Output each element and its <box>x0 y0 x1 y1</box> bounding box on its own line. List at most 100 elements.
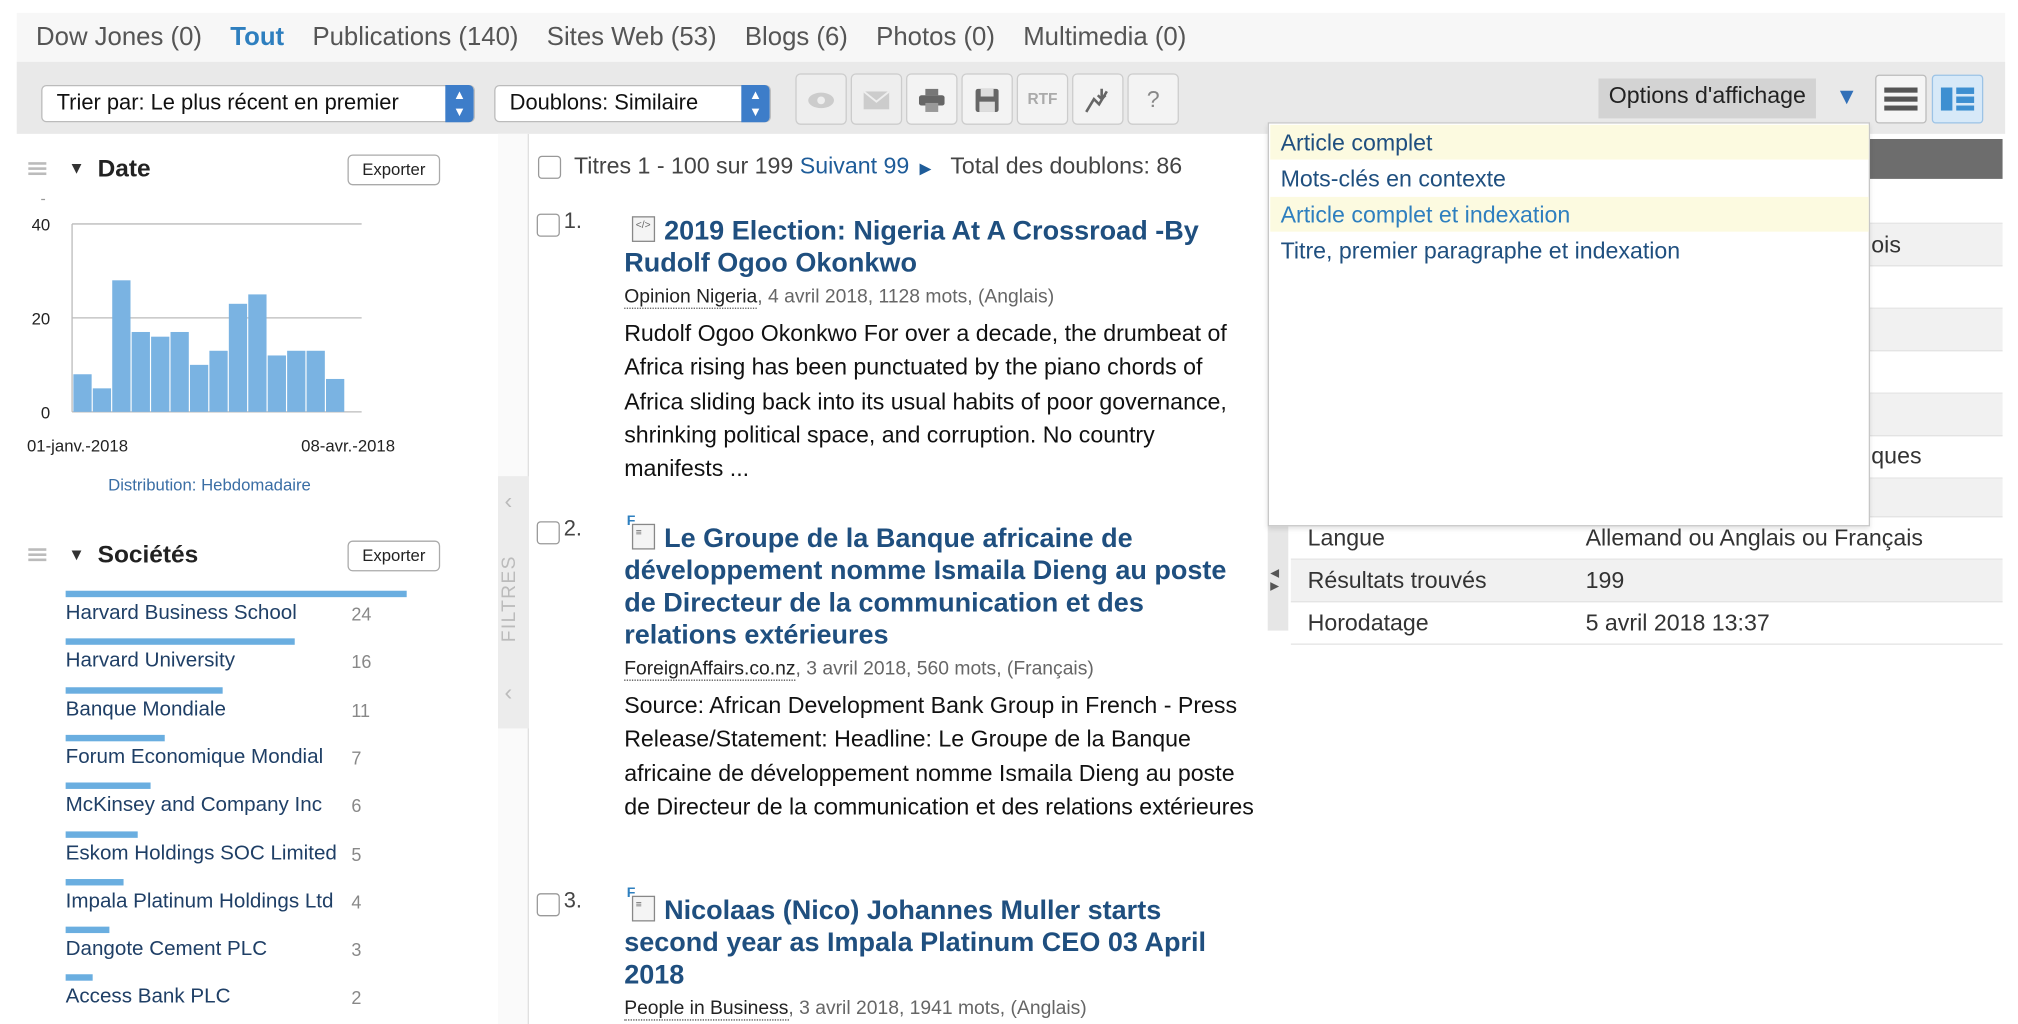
histogram-bar[interactable] <box>248 294 267 412</box>
histogram-bar[interactable] <box>287 350 306 412</box>
tab-tout[interactable]: Tout <box>230 23 284 53</box>
company-name[interactable]: Impala Platinum Holdings Ltd <box>66 890 347 913</box>
company-facet-item[interactable]: Eskom Holdings SOC Limited 5 <box>65 830 407 879</box>
histogram-bar[interactable] <box>189 364 209 412</box>
sort-select[interactable]: Trier par: Le plus récent en premier ▲ ▼ <box>41 84 475 123</box>
company-name[interactable]: Harvard Business School <box>66 602 347 625</box>
companies-export-label: Exporter <box>362 545 426 565</box>
histogram-bar[interactable] <box>209 350 228 412</box>
company-name[interactable]: Dangote Cement PLC <box>66 938 347 961</box>
date-facet-title[interactable]: ▼ Date <box>68 156 150 184</box>
date-export-button[interactable]: Exporter <box>347 154 441 186</box>
y-tick-label: 0 <box>41 403 50 422</box>
results-range: Titres 1 - 100 sur 199 <box>574 153 794 179</box>
split-view-icon[interactable] <box>1931 74 1984 124</box>
company-share-bar <box>65 974 93 982</box>
companies-facet-title[interactable]: ▼ Sociétés <box>68 542 198 570</box>
company-facet-item[interactable]: Access Bank PLC 2 <box>65 974 407 1023</box>
tab-dow-jones[interactable]: Dow Jones (0) <box>36 23 202 53</box>
company-facet-item[interactable]: Harvard University 16 <box>65 638 407 687</box>
company-name[interactable]: Access Bank PLC <box>66 986 347 1009</box>
histogram-bar[interactable] <box>151 336 170 412</box>
save-icon[interactable] <box>961 73 1013 125</box>
triangle-right-icon[interactable]: ▶ <box>1270 579 1279 593</box>
distribution-label[interactable]: Distribution: Hebdomadaire <box>108 475 311 494</box>
company-facet-item[interactable]: Harvard Business School 24 <box>65 590 407 639</box>
drag-handle-icon[interactable] <box>28 162 47 176</box>
print-icon[interactable] <box>906 73 958 125</box>
result-title[interactable]: 2019 Election: Nigeria At A Crossroad -B… <box>624 215 1261 279</box>
tab-photos[interactable]: Photos (0) <box>876 23 995 53</box>
summary-label: Horodatage <box>1307 610 1429 636</box>
result-checkbox[interactable] <box>536 521 560 545</box>
email-icon[interactable] <box>850 73 903 125</box>
tab-blogs[interactable]: Blogs (6) <box>745 23 848 53</box>
result-source[interactable]: Opinion Nigeria <box>624 285 757 309</box>
companies-export-button[interactable]: Exporter <box>347 540 441 572</box>
rtf-icon[interactable]: RTF <box>1016 73 1069 125</box>
histogram-bar[interactable] <box>228 303 248 412</box>
summary-label: Résultats trouvés <box>1307 567 1487 594</box>
company-count: 24 <box>351 603 372 625</box>
result-checkbox[interactable] <box>536 893 560 917</box>
result-source[interactable]: People in Business <box>624 997 788 1021</box>
histogram-bar[interactable] <box>131 331 150 412</box>
company-facet-item[interactable]: Impala Platinum Holdings Ltd 4 <box>65 878 407 927</box>
histogram-bar[interactable] <box>267 355 286 412</box>
menu-item-full-article[interactable]: Article complet <box>1270 124 1869 160</box>
company-facet-item[interactable]: McKinsey and Company Inc 6 <box>65 782 407 831</box>
company-name[interactable]: Eskom Holdings SOC Limited <box>66 842 347 865</box>
tab-multimedia[interactable]: Multimedia (0) <box>1023 23 1186 53</box>
company-name[interactable]: Harvard University <box>66 650 347 673</box>
y-tick-label: 40 <box>32 215 51 234</box>
next-page-link[interactable]: Suivant 99 <box>800 153 909 179</box>
result-source[interactable]: ForeignAffairs.co.nz <box>624 657 796 681</box>
company-facet-item[interactable]: Banque Mondiale 11 <box>65 686 407 735</box>
result-meta: ForeignAffairs.co.nz, 3 avril 2018, 560 … <box>624 657 1094 681</box>
result-checkbox[interactable] <box>536 213 560 237</box>
chevron-left-icon[interactable]: ‹ <box>505 680 513 707</box>
summary-row-timestamp: Horodatage 5 avril 2018 13:37 <box>1290 602 2003 645</box>
histogram-bar[interactable] <box>112 280 131 412</box>
select-all-checkbox[interactable] <box>537 155 562 179</box>
summary-value: 5 avril 2018 13:37 <box>1585 610 1770 636</box>
filter-label[interactable]: FILTRES <box>498 547 529 650</box>
company-facet-item[interactable]: Dangote Cement PLC 3 <box>65 926 407 975</box>
company-facet-item[interactable]: Forum Economique Mondial 7 <box>65 734 407 783</box>
result-title[interactable]: Nicolaas (Nico) Johannes Muller starts s… <box>624 894 1261 991</box>
download-icon[interactable] <box>1072 73 1124 125</box>
play-arrow-icon[interactable]: ▶ <box>920 160 932 178</box>
menu-item-kwic[interactable]: Mots-clés en contexte <box>1270 161 1868 196</box>
summary-value: Allemand ou Anglais ou Français <box>1585 525 1923 551</box>
company-name[interactable]: Banque Mondiale <box>66 698 347 721</box>
result-meta: Opinion Nigeria, 4 avril 2018, 1128 mots… <box>624 285 1054 309</box>
menu-item-full-article-indexing[interactable]: Article complet et indexation <box>1270 196 1869 232</box>
histogram-bar[interactable] <box>92 388 112 412</box>
company-count: 2 <box>351 987 362 1009</box>
tab-sites-web[interactable]: Sites Web (53) <box>547 23 717 53</box>
histogram-bar[interactable] <box>325 378 345 412</box>
histogram-bar[interactable] <box>73 374 92 412</box>
histogram-bar[interactable] <box>170 331 189 412</box>
company-name[interactable]: Forum Economique Mondial <box>66 746 347 769</box>
company-count: 6 <box>351 795 362 817</box>
histogram-bar[interactable] <box>306 350 325 412</box>
menu-item-headline-lead-indexing[interactable]: Titre, premier paragraphe et indexation <box>1270 233 1868 268</box>
company-share-bar <box>65 734 165 742</box>
help-icon[interactable]: ? <box>1127 73 1179 125</box>
summary-value: 199 <box>1585 567 1625 594</box>
company-count: 3 <box>351 939 362 961</box>
company-share-bar <box>65 782 151 790</box>
result-title[interactable]: Le Groupe de la Banque africaine de déve… <box>624 523 1261 652</box>
company-name[interactable]: McKinsey and Company Inc <box>66 794 347 817</box>
collapse-triangle-icon[interactable]: ▼ <box>68 158 85 177</box>
tab-publications[interactable]: Publications (140) <box>312 23 518 53</box>
duplicates-select[interactable]: Doublons: Similaire ▲ ▼ <box>494 84 771 123</box>
display-options-button[interactable]: Options d'affichage <box>1598 78 1817 119</box>
drag-handle-icon[interactable] <box>28 548 47 562</box>
collapse-triangle-icon[interactable]: ▼ <box>68 544 85 563</box>
chevron-left-icon[interactable]: ‹ <box>505 488 513 515</box>
list-view-icon[interactable] <box>1875 74 1927 124</box>
dropdown-caret-icon[interactable]: ▼ <box>1835 84 1858 111</box>
eye-icon[interactable] <box>795 73 847 125</box>
